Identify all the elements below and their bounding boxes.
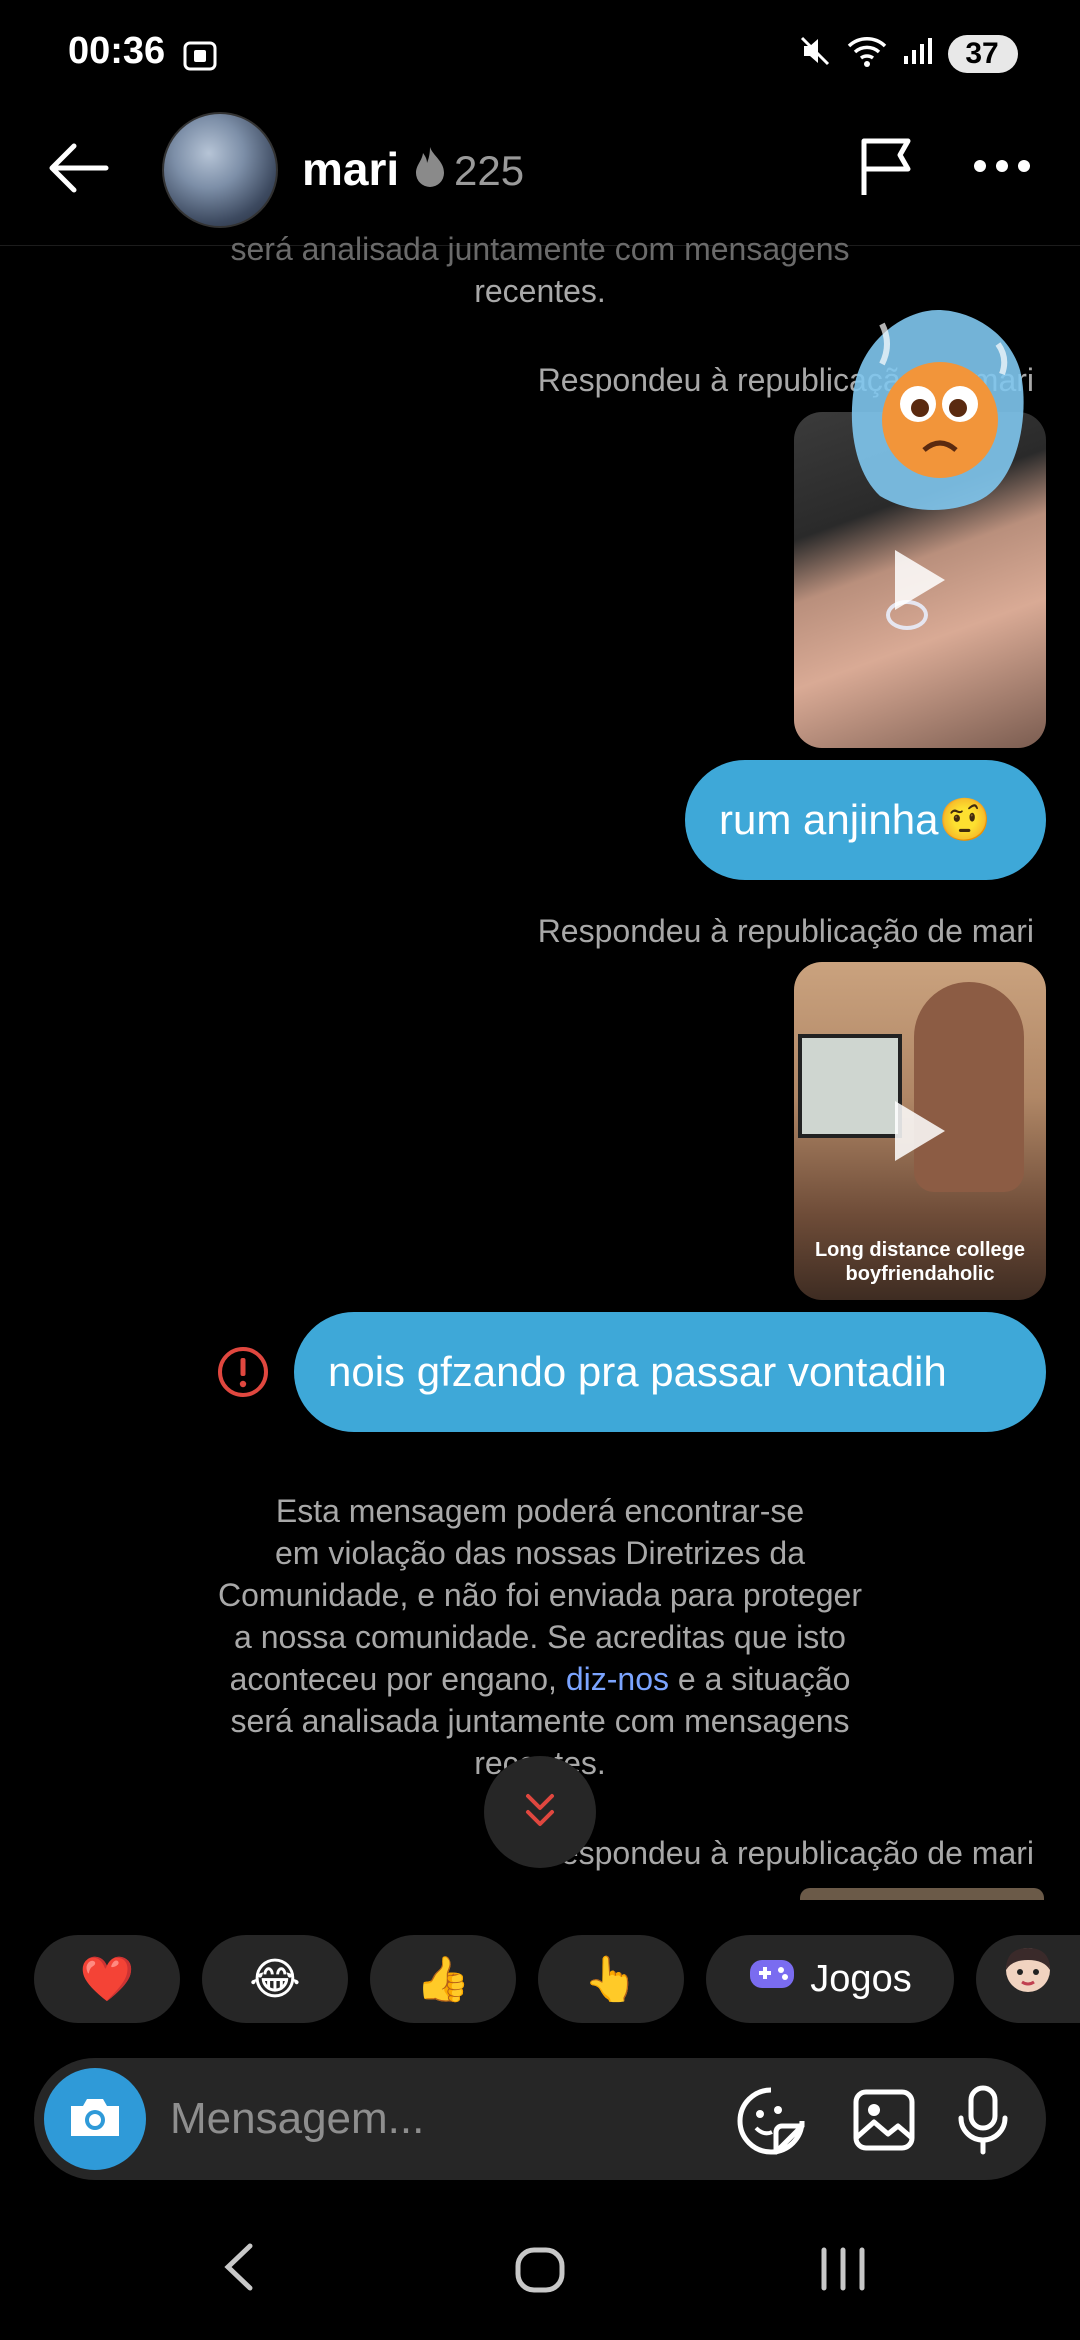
notice-text: e a situação bbox=[668, 1661, 851, 1697]
violation-notice: Esta mensagem poderá encontrar-se em vio… bbox=[140, 1490, 940, 1784]
back-arrow-icon[interactable] bbox=[44, 140, 110, 201]
thumbs-up-emoji: 👍 bbox=[415, 1955, 471, 2004]
point-emoji: 👆 bbox=[583, 1955, 639, 2004]
battery-level: 37 bbox=[948, 34, 1018, 73]
video-caption: Long distance college boyfriendaholic bbox=[794, 1238, 1046, 1286]
notice-text: aconteceu por engano, bbox=[229, 1661, 566, 1697]
caption-line: boyfriendaholic bbox=[845, 1263, 995, 1285]
flag-icon[interactable] bbox=[858, 135, 918, 204]
reply-label: Respondeu à republicação de mari bbox=[537, 1835, 1034, 1871]
quick-reaction-point[interactable]: 👆 bbox=[538, 1935, 684, 2023]
report-link[interactable]: diz-nos bbox=[566, 1661, 669, 1697]
reply-label: Respondeu à republicação de mari bbox=[537, 913, 1034, 949]
gamepad-icon bbox=[748, 1956, 796, 2002]
notice-line: será analisada juntamente com mensagens bbox=[230, 1703, 850, 1739]
avatar-sticker-icon bbox=[998, 1944, 1058, 2015]
media-preview-partial[interactable] bbox=[800, 1888, 1044, 1900]
more-options-icon[interactable] bbox=[972, 158, 1032, 179]
games-label: Jogos bbox=[810, 1957, 912, 2000]
avatar[interactable] bbox=[162, 112, 278, 228]
avatar-sticker-button[interactable] bbox=[976, 1935, 1080, 2023]
nav-recents-icon[interactable] bbox=[818, 2246, 868, 2297]
camera-icon bbox=[67, 2094, 123, 2145]
notice-line: será analisada juntamente com mensagens bbox=[230, 231, 850, 267]
reel-preview-video[interactable]: Long distance college boyfriendaholic bbox=[794, 962, 1046, 1300]
signal-icon bbox=[902, 36, 934, 71]
status-time: 00:36 bbox=[68, 30, 166, 72]
laptop-screen bbox=[798, 1034, 902, 1138]
quick-reaction-laugh[interactable]: 😂 bbox=[202, 1935, 348, 2023]
games-button[interactable]: Jogos bbox=[706, 1935, 954, 2023]
nav-back-icon[interactable] bbox=[218, 2240, 258, 2299]
mute-icon bbox=[798, 34, 832, 73]
notice-line: recentes. bbox=[474, 273, 606, 309]
contact-name[interactable]: mari bbox=[302, 142, 399, 196]
caption-line: Long distance college bbox=[814, 1239, 1026, 1261]
double-chevron-down-icon bbox=[522, 1790, 558, 1835]
scroll-to-bottom-button[interactable] bbox=[484, 1756, 596, 1868]
quick-reaction-heart[interactable]: ❤️ bbox=[34, 1935, 180, 2023]
streak-count: 225 bbox=[454, 147, 525, 194]
quick-reaction-thumbs-up[interactable]: 👍 bbox=[370, 1935, 516, 2023]
play-icon bbox=[895, 1101, 945, 1161]
message-text: rum anjinha🤨 bbox=[719, 795, 991, 843]
notice-line: Esta mensagem poderá encontrar-se bbox=[275, 1493, 805, 1529]
sticker-icon[interactable] bbox=[736, 2086, 806, 2161]
camera-button[interactable] bbox=[44, 2068, 146, 2170]
flame-icon bbox=[412, 145, 448, 197]
notice-line: a nossa comunidade. Se acreditas que ist… bbox=[234, 1619, 846, 1655]
status-icons: 37 bbox=[798, 34, 1018, 73]
crying-sticker[interactable] bbox=[848, 304, 1028, 516]
message-bubble-sent[interactable]: rum anjinha🤨 bbox=[685, 760, 1046, 880]
message-input[interactable] bbox=[168, 2088, 692, 2150]
screen-record-icon bbox=[182, 40, 218, 77]
microphone-icon[interactable] bbox=[956, 2084, 1010, 2161]
gallery-icon[interactable] bbox=[852, 2088, 916, 2157]
nav-home-icon[interactable] bbox=[514, 2246, 566, 2299]
notice-line: aconteceu por engano, diz-nos e a situaç… bbox=[140, 1658, 940, 1700]
message-bubble-failed[interactable]: nois gfzando pra passar vontadih bbox=[294, 1312, 1046, 1432]
streak-badge: 225 bbox=[412, 145, 524, 197]
notice-line: Comunidade, e não foi enviada para prote… bbox=[218, 1577, 862, 1613]
play-icon bbox=[895, 550, 945, 610]
violation-notice-top-tail: será analisada juntamente com mensagens … bbox=[140, 228, 940, 312]
wifi-icon bbox=[846, 34, 888, 73]
notice-line: em violação das nossas Diretrizes da bbox=[274, 1535, 805, 1571]
error-icon[interactable] bbox=[216, 1345, 270, 1404]
laugh-emoji: 😂 bbox=[249, 1954, 301, 2004]
message-text: nois gfzando pra passar vontadih bbox=[328, 1348, 947, 1395]
heart-emoji: ❤️ bbox=[79, 1955, 135, 2004]
